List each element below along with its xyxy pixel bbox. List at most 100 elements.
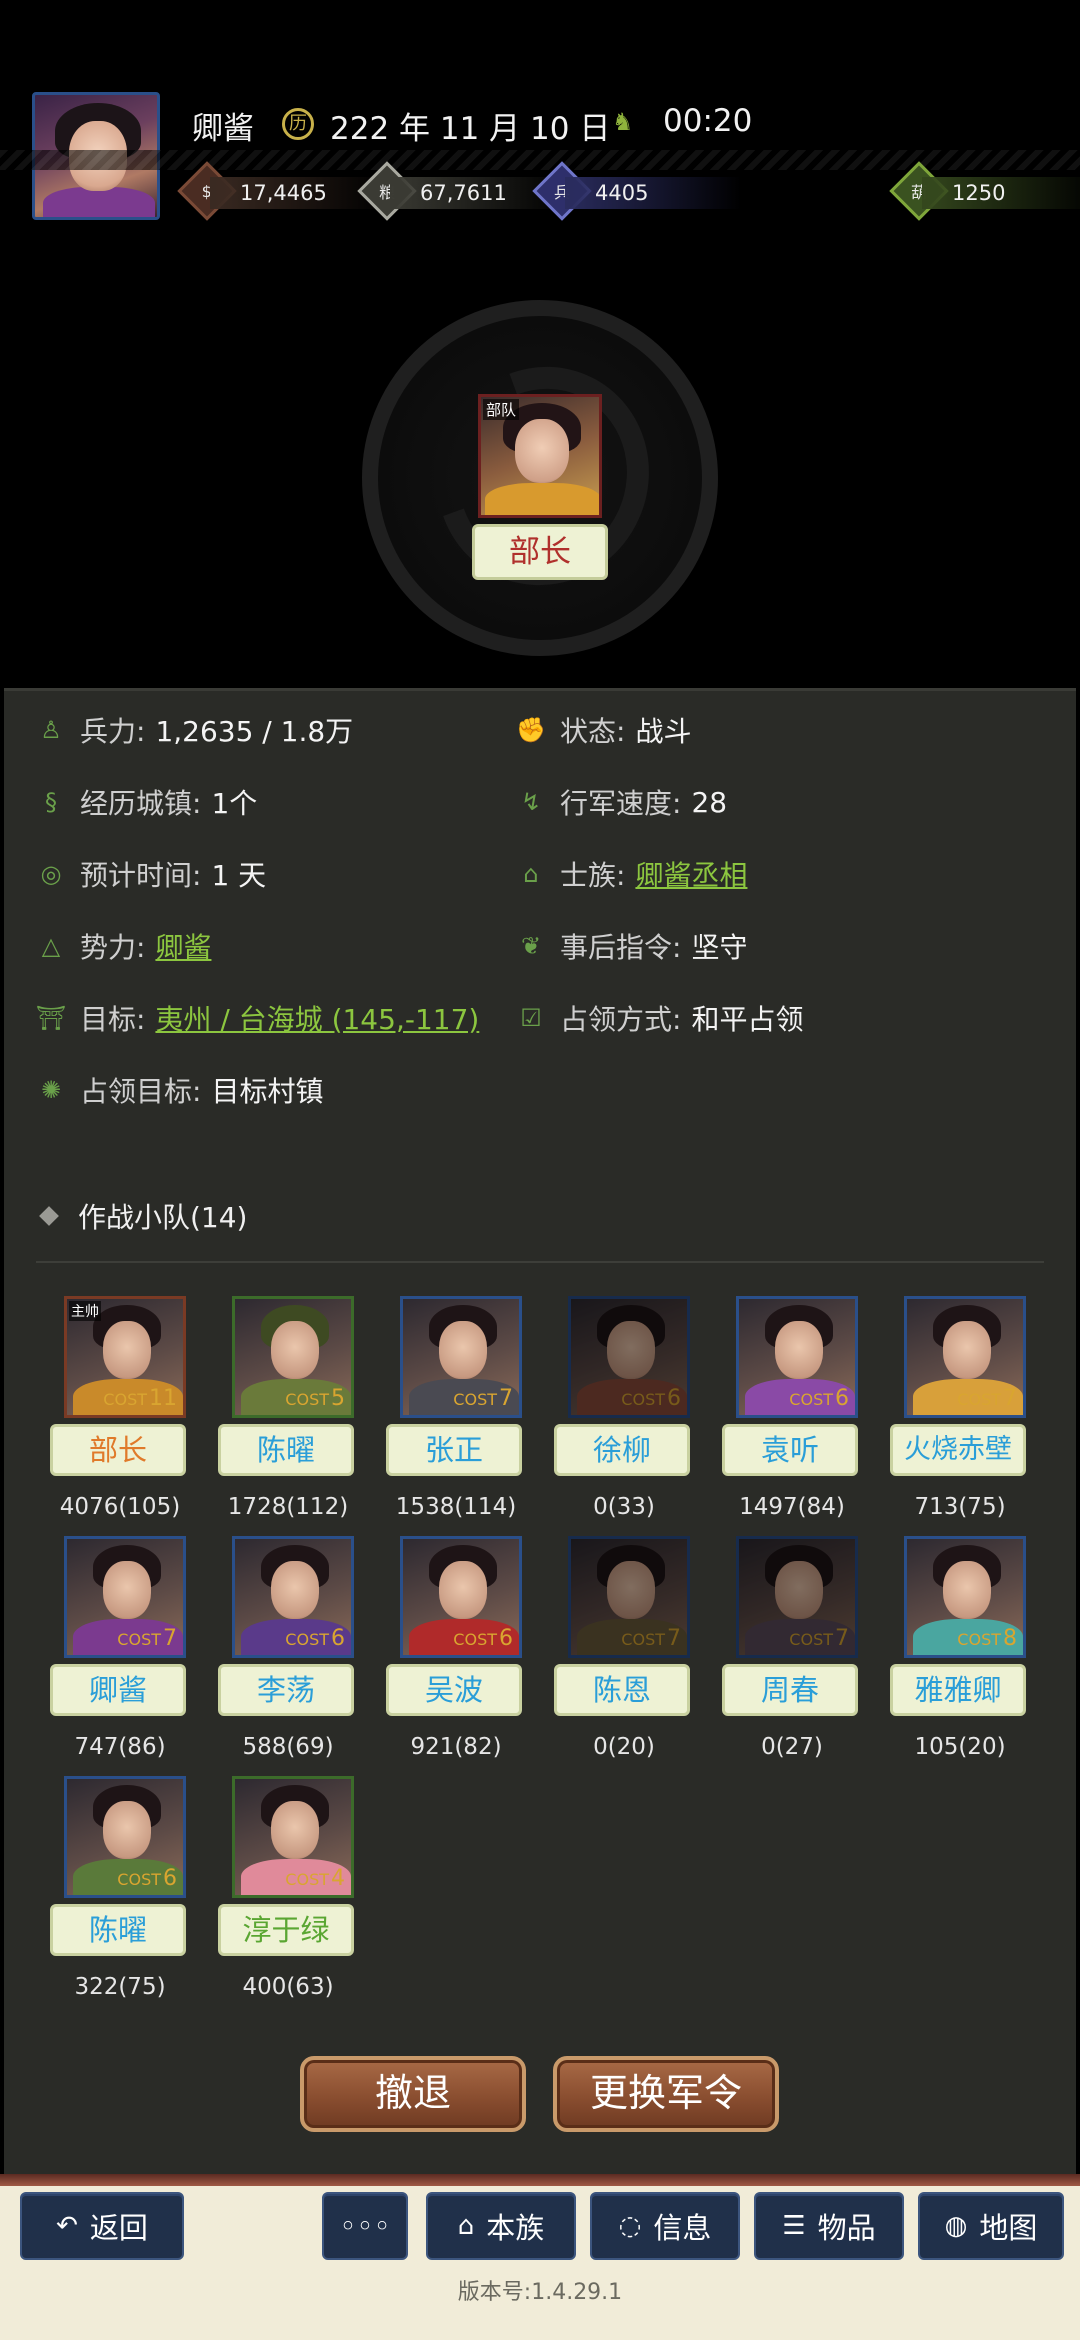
- unit-card[interactable]: COST7 陈恩 0(20): [554, 1536, 694, 1772]
- unit-cost: COST7: [957, 1386, 1017, 1411]
- unit-name: 周春: [722, 1664, 858, 1716]
- calendar-icon: ◎: [40, 860, 62, 888]
- unit-troops: 0(33): [593, 1494, 655, 1520]
- troops-label: 兵力:: [80, 715, 146, 748]
- status-value: 战斗: [635, 715, 692, 748]
- unit-portrait: COST7: [568, 1536, 690, 1658]
- unit-name: 张正: [386, 1424, 522, 1476]
- unit-cost: COST6: [453, 1626, 513, 1651]
- unit-troops: 322(75): [74, 1974, 166, 2000]
- game-date: 222 年 11 月 10 日: [330, 111, 611, 147]
- unit-troops: 0(20): [593, 1734, 655, 1760]
- gate-icon: ⛩: [35, 1004, 67, 1032]
- unit-cost: COST7: [789, 1626, 849, 1651]
- more-icon: ◦◦◦: [339, 2209, 391, 2243]
- unit-troops: 1538(114): [395, 1494, 517, 1520]
- commander-badge: 主帅: [69, 1301, 101, 1321]
- nav-map-button[interactable]: ◍ 地图: [918, 2192, 1064, 2260]
- info-target: ⛩ 目标: 夷州 / 台海城 (145,-117): [34, 996, 480, 1040]
- clan-icon: ⌂: [457, 2211, 475, 2241]
- checkbox-icon: ☑: [520, 1004, 542, 1032]
- force-link[interactable]: 卿酱: [155, 926, 211, 966]
- unit-card[interactable]: COST6 陈曜 322(75): [50, 1776, 190, 2012]
- unit-card[interactable]: COST6 袁听 1497(84): [722, 1296, 862, 1532]
- unit-card[interactable]: COST7 张正 1538(114): [386, 1296, 526, 1532]
- unit-cost: COST5: [285, 1386, 345, 1411]
- squad-section-title: 作战小队(14): [39, 1196, 247, 1236]
- status-icon: ✊: [516, 716, 546, 744]
- unit-name: 卿酱: [50, 1664, 186, 1716]
- unit-cost: COST7: [453, 1386, 513, 1411]
- unit-portrait: COST7: [400, 1296, 522, 1418]
- change-order-button[interactable]: 更换军令: [553, 2056, 779, 2132]
- more-button[interactable]: ◦◦◦: [322, 2192, 408, 2260]
- clan-icon: ⌂: [523, 860, 539, 888]
- unit-card[interactable]: COST7 卿酱 747(86): [50, 1536, 190, 1772]
- unit-troops: 400(63): [242, 1974, 334, 2000]
- unit-card[interactable]: COST6 吴波 921(82): [386, 1536, 526, 1772]
- leader-label[interactable]: 部长: [472, 524, 608, 580]
- unit-name: 火烧赤壁: [890, 1424, 1026, 1476]
- unit-portrait: COST7: [904, 1296, 1026, 1418]
- top-bar: 卿酱 历 222 年 11 月 10 日 ♞ 00:20 $ 17,4465 粮…: [0, 0, 1080, 260]
- info-troops: ♙ 兵力: 1,2635 / 1.8万: [34, 708, 353, 752]
- unit-cost: COST7: [621, 1626, 681, 1651]
- unit-portrait: COST7: [64, 1536, 186, 1658]
- status-label: 状态:: [560, 715, 626, 748]
- occupy-mode-label: 占领方式:: [560, 1003, 682, 1036]
- mountain-icon: △: [41, 932, 61, 960]
- unit-card[interactable]: COST7 火烧赤壁 713(75): [890, 1296, 1030, 1532]
- unit-card[interactable]: COST8 雅雅卿 105(20): [890, 1536, 1030, 1772]
- back-arrow-icon: ↶: [56, 2211, 78, 2241]
- unit-portrait: COST8: [904, 1536, 1026, 1658]
- eta-label: 预计时间:: [80, 859, 202, 892]
- unit-name: 陈曜: [50, 1904, 186, 1956]
- unit-card[interactable]: COST7 周春 0(27): [722, 1536, 862, 1772]
- path-icon: ↯: [520, 788, 542, 816]
- resource-gourd-value: 1250: [922, 177, 1080, 209]
- unit-card[interactable]: COST6 李荡 588(69): [218, 1536, 358, 1772]
- version-label: 版本号:1.4.29.1: [457, 2280, 623, 2305]
- eta-value: 1 天: [211, 859, 267, 892]
- unit-cost: COST6: [621, 1386, 681, 1411]
- unit-card[interactable]: COST6 徐柳 0(33): [554, 1296, 694, 1532]
- unit-portrait: COST6: [568, 1296, 690, 1418]
- unit-troops: 1497(84): [739, 1494, 845, 1520]
- unit-name: 李荡: [218, 1664, 354, 1716]
- nav-clan-button[interactable]: ⌂ 本族: [426, 2192, 576, 2260]
- back-button[interactable]: ↶ 返回: [20, 2192, 184, 2260]
- unit-portrait: COST7: [736, 1536, 858, 1658]
- unit-troops: 713(75): [914, 1494, 1006, 1520]
- unit-cost: COST7: [117, 1626, 177, 1651]
- unit-card[interactable]: COST5 陈曜 1728(112): [218, 1296, 358, 1532]
- leader-portrait[interactable]: 部队: [478, 394, 602, 518]
- retreat-button[interactable]: 撤退: [300, 2056, 526, 2132]
- unit-cost: COST8: [957, 1626, 1017, 1651]
- route-icon: §: [45, 788, 57, 816]
- game-time: 00:20: [663, 103, 753, 139]
- target-link[interactable]: 夷州 / 台海城 (145,-117): [155, 998, 479, 1038]
- occupy-target-value: 目标村镇: [211, 1075, 324, 1108]
- unit-name: 徐柳: [554, 1424, 690, 1476]
- diamond-icon: [39, 1206, 59, 1226]
- unit-card[interactable]: 主帅 COST11 部长 4076(105): [50, 1296, 190, 1532]
- nav-items-button[interactable]: ☰ 物品: [754, 2192, 904, 2260]
- unit-cost: COST6: [285, 1626, 345, 1651]
- order-value: 坚守: [691, 931, 748, 964]
- nav-clan-label: 本族: [486, 2211, 545, 2245]
- occupy-mode-value: 和平占领: [691, 1003, 804, 1036]
- unit-name: 陈恩: [554, 1664, 690, 1716]
- unit-portrait: COST6: [400, 1536, 522, 1658]
- unit-portrait: 主帅 COST11: [64, 1296, 186, 1418]
- force-label: 势力:: [80, 931, 146, 964]
- occupy-target-label: 占领目标:: [80, 1075, 202, 1108]
- info-towns: § 经历城镇: 1个: [34, 780, 257, 824]
- unit-card[interactable]: COST4 淳于绿 400(63): [218, 1776, 358, 2012]
- info-speed: ↯ 行军速度: 28: [514, 780, 727, 824]
- nav-info-label: 信息: [653, 2211, 712, 2245]
- nav-info-button[interactable]: ◌ 信息: [590, 2192, 740, 2260]
- info-force: △ 势力: 卿酱: [34, 924, 212, 968]
- soldier-icon: ♙: [40, 716, 62, 744]
- unit-cost: COST6: [789, 1386, 849, 1411]
- clan-link[interactable]: 卿酱丞相: [635, 854, 747, 894]
